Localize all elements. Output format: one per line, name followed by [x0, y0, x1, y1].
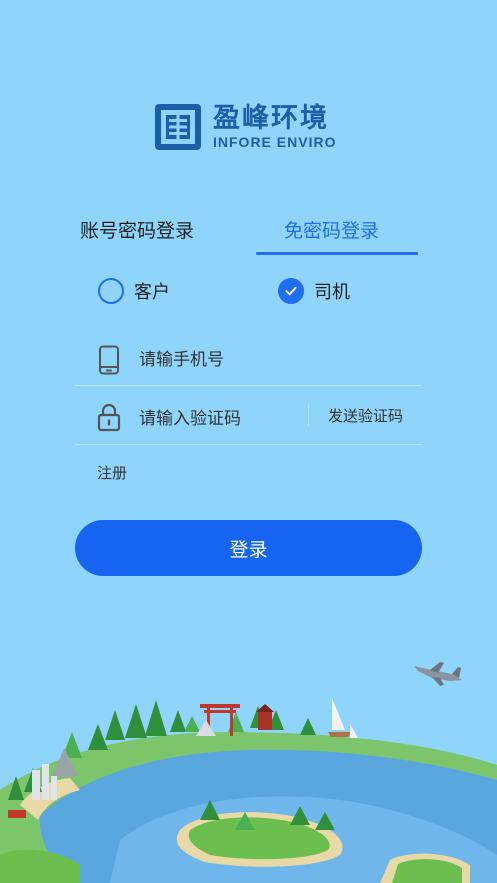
tab-password-login[interactable]: 账号密码登录 — [80, 216, 194, 246]
brand-name-en: INFORE ENVIRO — [213, 134, 337, 150]
tab-passwordless-login[interactable]: 免密码登录 — [284, 216, 379, 246]
checkmark-icon — [285, 286, 297, 296]
field-separator — [308, 404, 309, 426]
phone-input[interactable] — [139, 345, 399, 375]
brand-logo: 盈峰环境 INFORE ENVIRO — [155, 104, 336, 150]
send-code-button[interactable]: 发送验证码 — [328, 405, 403, 427]
airplane-icon — [414, 662, 462, 686]
lock-icon — [97, 403, 121, 432]
phone-icon — [99, 345, 119, 375]
login-button[interactable]: 登录 — [75, 520, 422, 576]
brand-text: 盈峰环境 INFORE ENVIRO — [213, 103, 337, 151]
field-divider — [75, 444, 422, 445]
login-screen: 盈峰环境 INFORE ENVIRO 账号密码登录 免密码登录 客户 司机 发送… — [0, 0, 497, 883]
verification-code-input[interactable] — [139, 404, 299, 434]
active-tab-indicator — [256, 252, 418, 255]
role-label-driver: 司机 — [314, 282, 350, 303]
radio-unchecked-icon — [98, 278, 124, 304]
brand-mark-icon — [155, 104, 201, 150]
role-radio-customer[interactable]: 客户 — [98, 278, 170, 304]
role-radio-driver[interactable]: 司机 — [278, 278, 350, 304]
radio-checked-icon — [278, 278, 304, 304]
field-divider — [75, 385, 422, 386]
role-label-customer: 客户 — [134, 282, 170, 303]
globe-illustration — [0, 662, 497, 883]
brand-name-cn: 盈峰环境 — [213, 103, 329, 134]
register-link[interactable]: 注册 — [97, 462, 127, 484]
